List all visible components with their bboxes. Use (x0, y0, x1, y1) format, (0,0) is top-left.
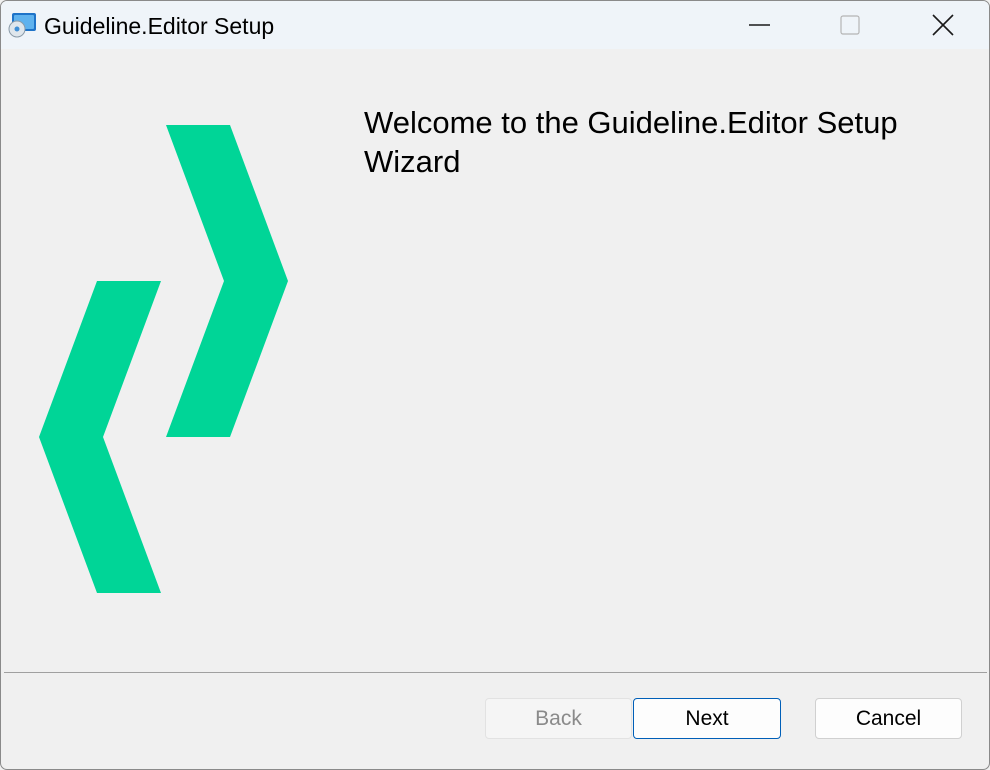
title-bar[interactable]: Guideline.Editor Setup (1, 1, 989, 49)
welcome-heading: Welcome to the Guideline.Editor Setup Wi… (364, 105, 898, 179)
maximize-button[interactable] (805, 1, 895, 49)
maximize-icon (840, 15, 860, 35)
minimize-button[interactable] (715, 1, 805, 49)
window-title: Guideline.Editor Setup (44, 13, 275, 39)
close-icon (932, 14, 954, 36)
chevrons-logo (39, 125, 288, 593)
back-button[interactable]: Back (485, 698, 632, 739)
close-button[interactable] (895, 1, 985, 49)
cancel-button[interactable]: Cancel (815, 698, 962, 739)
footer-divider (4, 672, 987, 673)
next-button[interactable]: Next (633, 698, 781, 739)
minimize-icon (749, 24, 770, 26)
setup-window: Guideline.Editor Setup Welcome to the Gu… (0, 0, 990, 770)
installer-disc-icon (7, 12, 37, 38)
